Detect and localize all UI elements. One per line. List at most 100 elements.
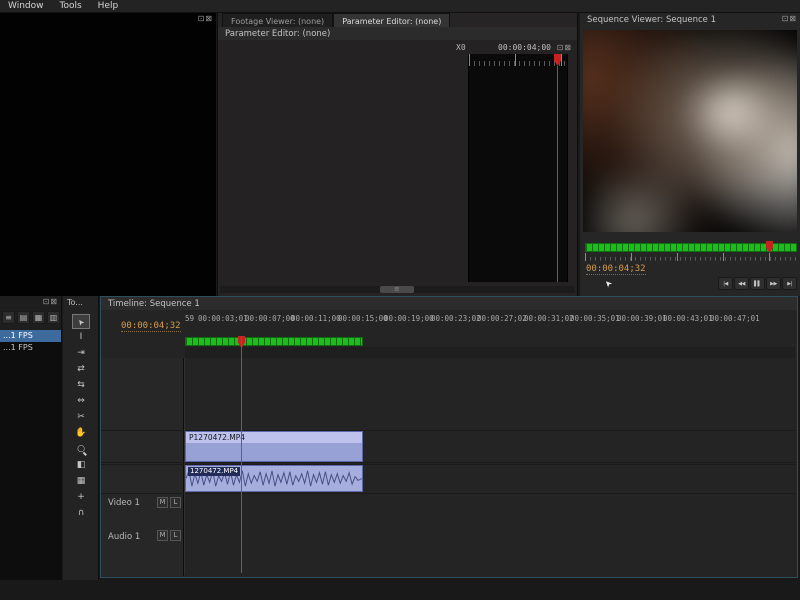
transition-tool-button[interactable]: ◧ [72, 458, 90, 473]
ruler-label: 59 [185, 314, 194, 323]
razor-tool-button[interactable]: ✂ [72, 410, 90, 425]
project-toolbar: ≡ ▤ ▦ ▥ [2, 311, 60, 324]
timeline-timecode[interactable]: 00:00:04;32 [121, 321, 181, 332]
parameter-editor-timecode[interactable]: 00:00:04;00 [498, 43, 551, 52]
close-icon[interactable]: ⊠ [50, 297, 58, 306]
keyframe-toolbar: X0 00:00:04;00 ⊡⊠ [218, 41, 577, 54]
add-tool-button[interactable]: + [72, 490, 90, 505]
transport-controls: |◀ ◀◀ ▌▌ ▶▶ ▶| [718, 277, 797, 290]
go-to-end-button[interactable]: ▶| [782, 277, 797, 290]
menu-item-help[interactable]: Help [90, 1, 127, 11]
seek-ruler-ticks[interactable] [585, 253, 797, 261]
slide-tool-button[interactable]: ⇔ [72, 394, 90, 409]
panel-window-controls: ⊡⊠ [43, 297, 58, 306]
project-panel: ⊡⊠ ≡ ▤ ▦ ▥ ...1 FPS ...1 FPS [0, 296, 62, 580]
slide-icon: ⇔ [77, 397, 85, 406]
keyframe-param-label: X0 [456, 43, 466, 52]
record-button[interactable]: ∩ [72, 506, 90, 521]
track-name: Audio 1 [108, 532, 140, 542]
audio-clip[interactable]: 1270472.MP4 [185, 465, 363, 492]
menu-view-icon[interactable]: ≡ [2, 311, 15, 324]
snapping-toggle-button[interactable]: ▦ [72, 474, 90, 489]
in-out-range-bar[interactable] [185, 337, 363, 346]
detail-view-icon[interactable]: ▥ [47, 311, 60, 324]
timeline-ruler[interactable]: 59 00:00:03;01 00:00:07;00 00:00:11;00 0… [185, 314, 795, 325]
video-preview [583, 30, 797, 232]
horizontal-scrollbar[interactable]: ≡ [220, 286, 575, 293]
tools-panel-title: To... [63, 296, 98, 307]
lock-button[interactable]: L [170, 497, 181, 508]
close-icon[interactable]: ⊠ [205, 14, 213, 23]
sequence-viewer-panel: Sequence Viewer: Sequence 1 ⊡⊠ 00:00:04;… [580, 13, 800, 296]
timeline-playhead-line [241, 336, 242, 573]
razor-icon: ✂ [77, 413, 85, 422]
keyframe-area[interactable] [468, 54, 568, 282]
add-icon: + [77, 493, 85, 502]
ruler-label: 00:00:47;01 [710, 314, 760, 323]
parameter-editor-panel: Footage Viewer: (none) Parameter Editor:… [217, 13, 578, 296]
pointer-tool-button[interactable]: ➤ [72, 314, 90, 329]
zoom-icon: ○ [77, 445, 85, 454]
ruler-label: 00:00:27;02 [477, 314, 527, 323]
go-to-start-button[interactable]: |◀ [718, 277, 733, 290]
mouse-cursor: ➤ [603, 277, 615, 289]
close-icon[interactable]: ⊠ [564, 43, 572, 52]
ripple-tool-button[interactable]: ⇥ [72, 346, 90, 361]
timeline-panel: Timeline: Sequence 1 00:00:04;32 59 00:0… [100, 296, 798, 578]
scrollbar-handle[interactable]: ≡ [380, 286, 414, 293]
tab-footage-viewer[interactable]: Footage Viewer: (none) [222, 13, 333, 27]
list-item[interactable]: ...1 FPS [0, 330, 61, 342]
menu-item-tools[interactable]: Tools [52, 1, 90, 11]
ruler-label: 00:00:19;00 [384, 314, 434, 323]
rolling-icon: ⇄ [77, 365, 85, 374]
previous-frame-button[interactable]: ◀◀ [734, 277, 749, 290]
close-icon[interactable]: ⊠ [789, 14, 797, 23]
project-media-list: ...1 FPS ...1 FPS [0, 330, 61, 580]
panel-window-controls: ⊡⊠ [782, 14, 797, 23]
zoom-tool-button[interactable]: ○ [72, 442, 90, 457]
timeline-title: Timeline: Sequence 1 [101, 297, 797, 311]
ruler-label: 00:00:03;01 [198, 314, 248, 323]
rolling-tool-button[interactable]: ⇄ [72, 362, 90, 377]
mute-button[interactable]: M [157, 497, 168, 508]
panel-tabs: Footage Viewer: (none) Parameter Editor:… [222, 13, 450, 27]
mute-button[interactable]: M [157, 530, 168, 541]
seek-bar[interactable] [585, 243, 797, 252]
ruler-label: 00:00:07;00 [245, 314, 295, 323]
slip-icon: ⇆ [77, 381, 85, 390]
hand-tool-button[interactable]: ✋ [72, 426, 90, 441]
lock-button[interactable]: L [170, 530, 181, 541]
video-frame-image [583, 30, 797, 232]
tools-column: ➤ I ⇥ ⇄ ⇆ ⇔ ✂ ✋ ○ ◧ ▦ + ∩ [72, 314, 90, 521]
play-pause-button[interactable]: ▌▌ [750, 277, 765, 290]
panel-window-controls: ⊡⊠ [557, 43, 572, 52]
ripple-icon: ⇥ [77, 349, 85, 358]
clip-name-label: 1270472.MP4 [188, 467, 240, 476]
timeline-ruler-ticks[interactable] [185, 347, 795, 358]
icon-view-icon[interactable]: ▦ [32, 311, 45, 324]
parameter-editor-content: X0 00:00:04;00 ⊡⊠ ≡ [218, 40, 577, 296]
list-item[interactable]: ...1 FPS [0, 342, 61, 354]
ruler-label: 00:00:39;01 [617, 314, 667, 323]
app-window: { "icons": { "float": "⊡", "close": "⊠" … [0, 0, 800, 600]
record-icon: ∩ [78, 509, 85, 518]
video-clip[interactable]: P1270472.MP4 [185, 431, 363, 462]
tab-parameter-editor[interactable]: Parameter Editor: (none) [333, 13, 450, 27]
tools-panel: To... ➤ I ⇥ ⇄ ⇆ ⇔ ✂ ✋ ○ ◧ ▦ + ∩ [63, 296, 99, 580]
pointer-icon: ➤ [76, 316, 86, 326]
edit-tool-button[interactable]: I [72, 330, 90, 345]
sequence-timecode[interactable]: 00:00:04;32 [586, 264, 646, 275]
snapping-icon: ▦ [77, 477, 86, 486]
list-view-icon[interactable]: ▤ [17, 311, 30, 324]
hand-icon: ✋ [75, 429, 86, 438]
footage-viewer-panel: ⊡⊠ [0, 13, 216, 296]
ruler-label: 00:00:11;00 [291, 314, 341, 323]
edit-icon: I [80, 333, 83, 342]
keyframe-ruler[interactable] [469, 54, 567, 66]
sequence-viewer-title: Sequence Viewer: Sequence 1 [580, 13, 800, 27]
clip-name-label: P1270472.MP4 [186, 432, 362, 443]
slip-tool-button[interactable]: ⇆ [72, 378, 90, 393]
next-frame-button[interactable]: ▶▶ [766, 277, 781, 290]
ruler-label: 00:00:31;02 [524, 314, 574, 323]
menu-item-window[interactable]: Window [0, 1, 52, 11]
